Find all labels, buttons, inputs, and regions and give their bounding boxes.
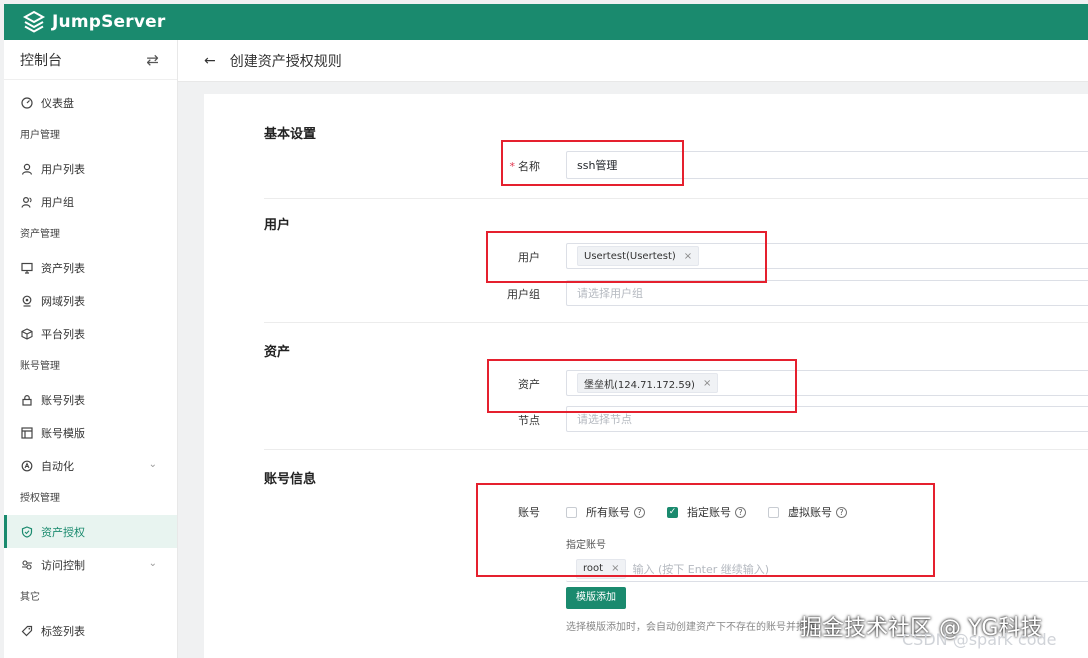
sidebar-group-label: 资产管理	[20, 229, 60, 240]
nodes-label: 节点	[518, 414, 540, 427]
access-icon	[20, 558, 34, 572]
lock-icon	[20, 393, 34, 407]
section-title-asset: 资产	[264, 345, 291, 360]
sidebar-item[interactable]: 平台列表	[4, 317, 177, 350]
sidebar-item-label: 用户列表	[41, 162, 85, 176]
page-title: 创建资产授权规则	[229, 53, 342, 70]
chevron-down-icon[interactable]: ⌄	[149, 459, 157, 470]
brand-name[interactable]: JumpServer	[52, 12, 165, 32]
nodes-placeholder: 请选择节点	[577, 413, 632, 426]
annotation-box-accounts	[476, 483, 935, 577]
location-icon	[20, 294, 34, 308]
sidebar-item[interactable]: 自动化 ⌄	[4, 449, 177, 482]
automation-icon	[20, 459, 34, 473]
switch-view-icon[interactable]: ⇄	[146, 51, 159, 69]
sidebar-item[interactable]: 标签列表	[4, 614, 177, 647]
sidebar-item-label: 资产列表	[41, 261, 85, 275]
sidebar-item-label: 仪表盘	[41, 96, 74, 110]
sidebar-item[interactable]: 网域列表	[4, 284, 177, 317]
sidebar-item[interactable]: 资产授权	[4, 515, 177, 548]
chevron-down-icon[interactable]: ⌄	[149, 558, 157, 569]
template-add-button[interactable]: 模版添加	[566, 587, 626, 609]
watermark-secondary: CSDN @spark code	[902, 630, 1057, 649]
sidebar-item-label: 标签列表	[41, 624, 85, 638]
user-groups-placeholder: 请选择用户组	[577, 287, 643, 300]
user-groups-label: 用户组	[507, 288, 540, 301]
breadcrumb: ← 创建资产授权规则	[178, 40, 1088, 82]
sidebar-item[interactable]: 账号模版	[4, 416, 177, 449]
sidebar: 控制台 ⇄ 仪表盘用户管理用户列表用户组资产管理资产列表网域列表平台列表账号管理…	[4, 40, 178, 658]
section-title-basic: 基本设置	[264, 127, 317, 142]
monitor-icon	[20, 261, 34, 275]
template-hint: 选择模版添加时，会自动创建资产下不存在的账号并推送	[566, 622, 816, 633]
sidebar-group-label: 用户管理	[20, 130, 60, 141]
sidebar-menu: 仪表盘用户管理用户列表用户组资产管理资产列表网域列表平台列表账号管理账号列表账号…	[4, 80, 177, 647]
sidebar-item[interactable]: 访问控制 ⌄	[4, 548, 177, 581]
sidebar-item-label: 资产授权	[41, 525, 85, 539]
user-group-icon	[20, 195, 34, 209]
sidebar-item-label: 自动化	[41, 459, 74, 473]
back-arrow-icon[interactable]: ←	[204, 53, 216, 69]
top-bar: JumpServer	[4, 4, 1088, 40]
sidebar-item-label: 网域列表	[41, 294, 85, 308]
section-title-account: 账号信息	[264, 472, 317, 487]
sidebar-item[interactable]: 用户组	[4, 185, 177, 218]
sidebar-item[interactable]: 用户列表	[4, 152, 177, 185]
sidebar-item-label: 用户组	[41, 195, 74, 209]
jumpserver-logo-icon	[22, 10, 46, 33]
annotation-box-name	[501, 140, 684, 186]
sidebar-item-label: 账号列表	[41, 393, 85, 407]
sidebar-item[interactable]: 账号列表	[4, 383, 177, 416]
sidebar-item[interactable]: 资产列表	[4, 251, 177, 284]
sidebar-title: 控制台	[20, 52, 62, 69]
section-divider	[264, 449, 1088, 450]
sidebar-group-label: 授权管理	[20, 493, 60, 504]
sidebar-group-label: 账号管理	[20, 361, 60, 372]
cube-icon	[20, 327, 34, 341]
tag-icon	[20, 624, 34, 638]
annotation-box-users	[486, 231, 767, 283]
sidebar-item-label: 账号模版	[41, 426, 85, 440]
sidebar-item-label: 平台列表	[41, 327, 85, 341]
dashboard-icon	[20, 96, 34, 110]
section-divider	[264, 322, 1088, 323]
annotation-box-assets	[487, 359, 797, 413]
sidebar-group-label: 其它	[20, 592, 40, 603]
user-icon	[20, 162, 34, 176]
section-title-user: 用户	[264, 218, 291, 233]
section-divider	[264, 198, 1088, 199]
shield-icon	[20, 525, 34, 539]
template-icon	[20, 426, 34, 440]
user-groups-select[interactable]: 请选择用户组	[566, 280, 1088, 306]
sidebar-item-label: 访问控制	[41, 558, 85, 572]
sidebar-item[interactable]: 仪表盘	[4, 86, 177, 119]
sidebar-header: 控制台 ⇄	[4, 40, 177, 80]
